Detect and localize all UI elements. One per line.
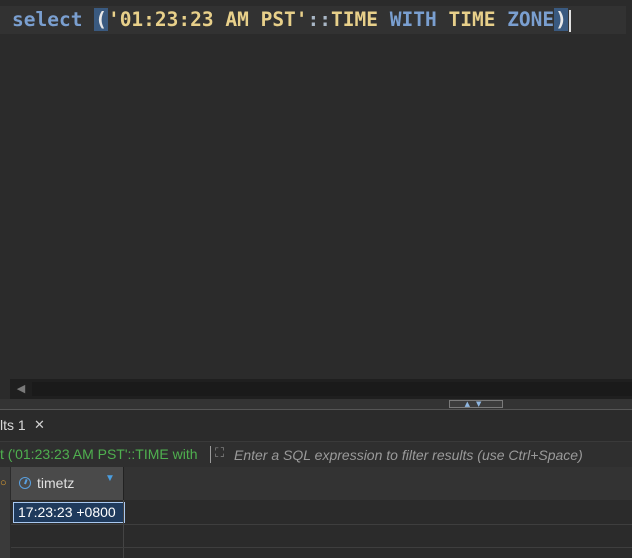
results-grid: ○ timetz ▼ 17:23:23 +0800 <box>0 467 632 558</box>
sql-cast-operator: :: <box>307 8 332 31</box>
text-cursor <box>568 9 571 32</box>
column-header-label: timetz <box>37 475 75 491</box>
sql-type-time: TIME <box>331 8 378 31</box>
sql-keyword-with: WITH <box>389 8 437 31</box>
splitter-toggle-icon[interactable]: ▲▼ <box>449 400 503 408</box>
sql-keyword-select: select <box>12 8 83 31</box>
row-divider <box>11 547 632 548</box>
sql-keyword-zone: ZONE <box>507 8 555 31</box>
column-divider <box>123 500 124 558</box>
panel-splitter[interactable]: ▲▼ <box>0 399 632 410</box>
sql-code-line[interactable]: select ('01:23:23 AM PST'::TIME WITH TIM… <box>0 6 626 34</box>
table-cell-selected[interactable]: 17:23:23 +0800 <box>13 502 125 523</box>
results-filter-bar: t ('01:23:23 AM PST'::TIME with ⛶ <box>0 441 632 467</box>
filter-separator <box>210 446 211 463</box>
sort-dropdown-icon[interactable]: ▼ <box>105 473 115 484</box>
clock-icon <box>19 477 31 489</box>
filter-query-text: t ('01:23:23 AM PST'::TIME with <box>0 446 198 462</box>
sql-keyword-time: TIME <box>448 8 496 31</box>
sql-editor[interactable]: select ('01:23:23 AM PST'::TIME WITH TIM… <box>0 0 632 378</box>
sql-open-paren: ( <box>94 8 108 31</box>
row-header-icon[interactable]: ○ <box>0 467 10 500</box>
tab-results-1[interactable]: lts 1 ✕ <box>0 410 52 440</box>
sql-string-literal: '01:23:23 AM PST' <box>107 8 308 31</box>
results-tab-strip: lts 1 ✕ <box>0 410 632 440</box>
scrollbar-thumb[interactable] <box>32 382 632 396</box>
editor-horizontal-scrollbar[interactable]: ◀ <box>10 379 632 399</box>
close-icon[interactable]: ✕ <box>34 410 45 440</box>
header-filler <box>124 467 632 500</box>
sql-close-paren: ) <box>554 8 568 31</box>
expand-filter-icon[interactable]: ⛶ <box>215 446 229 460</box>
filter-input[interactable] <box>234 442 632 467</box>
scroll-left-arrow-icon[interactable]: ◀ <box>12 379 30 399</box>
tab-label: lts 1 <box>0 417 26 433</box>
column-header-timetz[interactable]: timetz ▼ <box>11 467 124 500</box>
table-row: 17:23:23 +0800 <box>11 501 632 525</box>
